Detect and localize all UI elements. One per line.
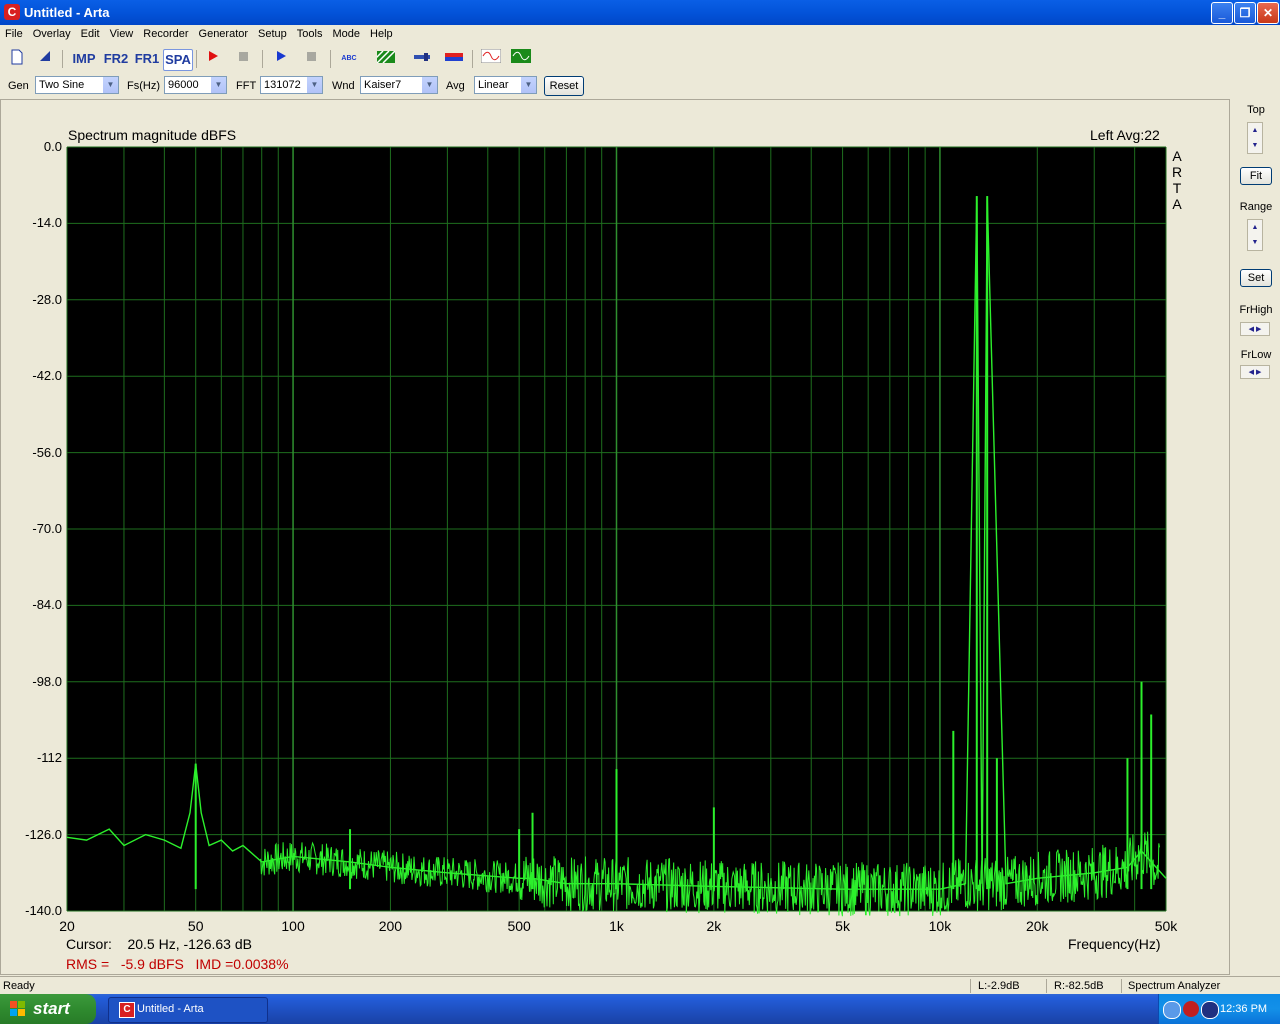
spectrum-chart[interactable] bbox=[0, 0, 1280, 1024]
frlow-label: FrLow bbox=[1240, 349, 1272, 361]
x-tick-label: 500 bbox=[507, 918, 531, 934]
rms-imd-readout: RMS = -5.9 dBFS IMD =0.0038% bbox=[66, 956, 289, 972]
status-left-level: L:-2.9dB bbox=[978, 980, 1020, 992]
y-tick-label: -56.0 bbox=[32, 444, 62, 460]
frhigh-label: FrHigh bbox=[1239, 304, 1273, 316]
up-arrow-icon[interactable]: ▲ bbox=[1248, 220, 1262, 235]
y-tick-label: -42.0 bbox=[32, 368, 62, 384]
down-arrow-icon[interactable]: ▼ bbox=[1248, 138, 1262, 153]
plot-title: Spectrum magnitude dBFS bbox=[68, 127, 237, 143]
x-tick-label: 20 bbox=[59, 918, 75, 934]
taskbar: start C Untitled - Arta 12:36 PM bbox=[0, 994, 1280, 1024]
y-tick-label: -70.0 bbox=[32, 521, 62, 536]
brand-letter: T bbox=[1172, 180, 1182, 196]
arta-app-icon: C bbox=[119, 1002, 135, 1018]
start-label: start bbox=[33, 999, 70, 1018]
down-arrow-icon[interactable]: ▼ bbox=[1248, 235, 1262, 250]
x-axis-title: Frequency(Hz) bbox=[1068, 936, 1161, 952]
x-tick-label: 2k bbox=[706, 918, 722, 934]
brand-letter: R bbox=[1172, 164, 1183, 180]
start-button[interactable]: start bbox=[0, 994, 96, 1024]
set-button[interactable]: Set bbox=[1240, 269, 1272, 287]
x-tick-label: 50k bbox=[1154, 918, 1178, 934]
x-tick-label: 50 bbox=[187, 918, 204, 934]
y-tick-label: -84.0 bbox=[32, 597, 62, 613]
taskbar-item-arta[interactable]: C Untitled - Arta bbox=[108, 997, 268, 1023]
channel-avg-label: Left Avg:22 bbox=[1090, 127, 1160, 143]
chevron-left-icon[interactable] bbox=[1163, 1001, 1181, 1019]
frlow-spinner[interactable]: ◀ ▶ bbox=[1240, 365, 1270, 379]
x-tick-label: 100 bbox=[281, 918, 305, 934]
windows-logo-icon bbox=[10, 1001, 25, 1016]
y-tick-label: -112 bbox=[36, 750, 62, 766]
fit-button[interactable]: Fit bbox=[1240, 167, 1272, 185]
x-tick-label: 1k bbox=[609, 918, 624, 934]
taskbar-item-label: Untitled - Arta bbox=[137, 1003, 204, 1015]
top-label: Top bbox=[1247, 104, 1265, 116]
range-label: Range bbox=[1239, 201, 1273, 213]
brand-letter: A bbox=[1172, 148, 1182, 164]
arta-brand-vertical: A R T A bbox=[1172, 148, 1182, 212]
y-tick-label: 0.0 bbox=[43, 139, 62, 154]
security-app-icon[interactable] bbox=[1201, 1001, 1219, 1019]
range-spinner[interactable]: ▲ ▼ bbox=[1247, 219, 1263, 251]
y-tick-label: -126.0 bbox=[25, 826, 62, 842]
status-separator bbox=[1046, 979, 1047, 993]
status-ready: Ready bbox=[3, 980, 35, 992]
x-tick-label: 200 bbox=[378, 918, 403, 934]
shield-icon[interactable] bbox=[1183, 1001, 1199, 1017]
status-separator bbox=[970, 979, 971, 993]
status-separator bbox=[1121, 979, 1122, 993]
x-tick-label: 10k bbox=[928, 918, 952, 934]
status-mode: Spectrum Analyzer bbox=[1128, 980, 1221, 992]
y-tick-label: -140.0 bbox=[25, 903, 62, 918]
y-tick-label: -98.0 bbox=[32, 673, 62, 689]
y-tick-label: -28.0 bbox=[32, 291, 62, 307]
top-spinner[interactable]: ▲ ▼ bbox=[1247, 122, 1263, 154]
status-right-level: R:-82.5dB bbox=[1054, 980, 1104, 992]
y-tick-label: -14.0 bbox=[32, 215, 62, 231]
right-control-panel: Top ▲ ▼ Fit Range ▲ ▼ Set FrHigh ◀ ▶ FrLow… bbox=[1232, 99, 1280, 975]
frhigh-spinner[interactable]: ◀ ▶ bbox=[1240, 322, 1270, 336]
x-tick-label: 20k bbox=[1025, 918, 1049, 934]
clock: 12:36 PM bbox=[1220, 1003, 1268, 1015]
brand-letter: A bbox=[1172, 196, 1182, 212]
cursor-readout: Cursor: 20.5 Hz, -126.63 dB bbox=[66, 936, 252, 952]
x-tick-label: 5k bbox=[835, 918, 850, 934]
status-bar: Ready L:-2.9dB R:-82.5dB Spectrum Analyz… bbox=[0, 976, 1280, 995]
up-arrow-icon[interactable]: ▲ bbox=[1248, 123, 1262, 138]
